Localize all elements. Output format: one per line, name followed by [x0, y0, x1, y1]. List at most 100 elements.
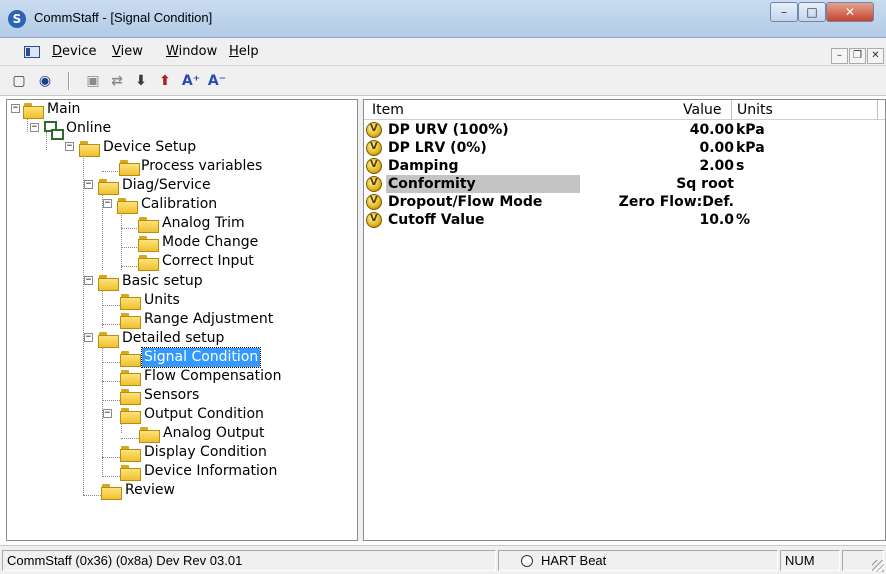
list-row[interactable]: DP LRV (0%) 0.00 kPa — [364, 139, 885, 157]
collapse-toggle[interactable]: − — [65, 142, 74, 151]
toolbar-separator — [68, 72, 70, 90]
menu-help-label: elp — [238, 44, 259, 59]
folder-open-icon — [98, 179, 119, 195]
close-button[interactable]: ✕ — [826, 2, 874, 22]
column-header-units[interactable]: Units — [737, 102, 773, 118]
row-value: Sq root — [676, 176, 734, 192]
tree-connector — [102, 324, 120, 325]
new-document-icon[interactable]: ▢ — [8, 70, 30, 92]
font-decrease-icon[interactable]: A⁻ — [206, 70, 228, 92]
tree-connector — [102, 171, 120, 172]
variable-icon — [366, 176, 382, 192]
tree-connector — [83, 151, 84, 495]
list-row-highlighted[interactable]: Conformity Sq root — [364, 175, 885, 193]
download-icon[interactable]: ⬇ — [130, 70, 152, 92]
column-header-value[interactable]: Value — [683, 102, 721, 118]
resize-grip-icon[interactable] — [872, 560, 884, 572]
menu-view[interactable]: View — [112, 44, 143, 59]
menu-help[interactable]: Help — [229, 44, 259, 59]
row-value: 10.0 — [699, 212, 734, 228]
folder-open-icon — [120, 408, 141, 424]
menu-bar: Device View Window Help — [0, 38, 886, 66]
tree-connector — [121, 266, 139, 267]
variable-icon — [366, 194, 382, 210]
parameter-list[interactable]: Item Value Units DP URV (100%) 40.00 kPa… — [363, 99, 886, 541]
tree-node-label: Units — [144, 292, 180, 308]
folder-icon — [119, 160, 140, 176]
tree-node-label: Display Condition — [144, 444, 267, 460]
device-icon[interactable]: ▣ — [82, 70, 104, 92]
row-units: kPa — [736, 140, 765, 156]
tree-connector — [102, 476, 120, 477]
font-increase-icon[interactable]: A⁺ — [180, 70, 202, 92]
tree-connector — [83, 495, 101, 496]
list-row[interactable]: Damping 2.00 s — [364, 157, 885, 175]
tree-node-label-selected: Signal Condition — [140, 347, 262, 368]
folder-icon — [138, 255, 159, 271]
toolbar: ▢ ◉ ▣ ⇄ ⬇ ⬆ A⁺ A⁻ — [0, 66, 886, 96]
tree-node-label: Correct Input — [162, 253, 254, 269]
tree-node-label: Analog Output — [163, 425, 265, 441]
tree-node-label: Detailed setup — [122, 330, 225, 346]
variable-icon — [366, 212, 382, 228]
tree-connector — [121, 228, 139, 229]
collapse-toggle[interactable]: − — [84, 180, 93, 189]
tree-connector — [102, 457, 120, 458]
collapse-toggle[interactable]: − — [84, 333, 93, 342]
minimize-button[interactable]: – — [770, 2, 798, 22]
menu-window[interactable]: Window — [166, 44, 217, 59]
status-hart-label: HART Beat — [541, 553, 607, 568]
variable-icon — [366, 140, 382, 156]
collapse-toggle[interactable]: − — [103, 409, 112, 418]
device-tree[interactable]: − Main − Online − Device Setup Process v… — [6, 99, 358, 541]
row-units: s — [736, 158, 745, 174]
maximize-button[interactable]: □ — [798, 2, 826, 22]
column-divider[interactable] — [877, 100, 878, 120]
collapse-toggle[interactable]: − — [30, 123, 39, 132]
menu-view-label: iew — [120, 44, 143, 59]
folder-icon — [120, 370, 141, 386]
collapse-toggle[interactable]: − — [84, 276, 93, 285]
row-item: Cutoff Value — [388, 212, 485, 228]
status-device-info: CommStaff (0x36) (0x8a) Dev Rev 03.01 — [2, 550, 496, 571]
row-value: 40.00 — [689, 122, 734, 138]
tree-node-label: Output Condition — [144, 406, 264, 422]
list-row[interactable]: DP URV (100%) 40.00 kPa — [364, 121, 885, 139]
connect-icon[interactable]: ◉ — [34, 70, 56, 92]
tree-node-label: Sensors — [144, 387, 200, 403]
tree-node-label: Process variables — [141, 158, 263, 174]
tree-connector — [121, 209, 122, 270]
mdi-restore-button[interactable]: ❐ — [849, 48, 866, 64]
tree-node-label: Analog Trim — [162, 215, 245, 231]
folder-icon — [139, 427, 160, 443]
folder-icon — [120, 389, 141, 405]
tree-connector — [102, 305, 120, 306]
folder-icon — [120, 294, 141, 310]
folder-icon — [120, 465, 141, 481]
document-window-icon[interactable] — [24, 46, 40, 58]
tree-connector — [102, 400, 120, 401]
window-title: CommStaff - [Signal Condition] — [34, 10, 213, 25]
column-header-item[interactable]: Item — [372, 102, 404, 118]
mdi-close-button[interactable]: ✕ — [867, 48, 884, 64]
folder-icon — [120, 313, 141, 329]
column-divider[interactable] — [731, 100, 732, 120]
list-row[interactable]: Cutoff Value 10.0 % — [364, 211, 885, 229]
row-item: Conformity — [386, 175, 580, 193]
heartbeat-icon — [521, 555, 533, 567]
upload-icon[interactable]: ⬆ — [154, 70, 176, 92]
menu-device[interactable]: Device — [52, 44, 96, 59]
menu-device-accel: D — [52, 44, 63, 59]
row-value: Zero Flow:Def. — [618, 194, 734, 210]
tree-connector — [102, 381, 120, 382]
tree-connector — [102, 286, 103, 328]
folder-icon — [101, 484, 122, 500]
variable-icon — [366, 158, 382, 174]
mdi-minimize-button[interactable]: – — [831, 48, 848, 64]
collapse-toggle[interactable]: − — [103, 199, 112, 208]
list-row[interactable]: Dropout/Flow Mode Zero Flow:Def. — [364, 193, 885, 211]
folder-icon — [120, 446, 141, 462]
collapse-toggle[interactable]: − — [11, 104, 20, 113]
transfer-icon[interactable]: ⇄ — [106, 70, 128, 92]
menu-help-accel: H — [229, 44, 239, 59]
